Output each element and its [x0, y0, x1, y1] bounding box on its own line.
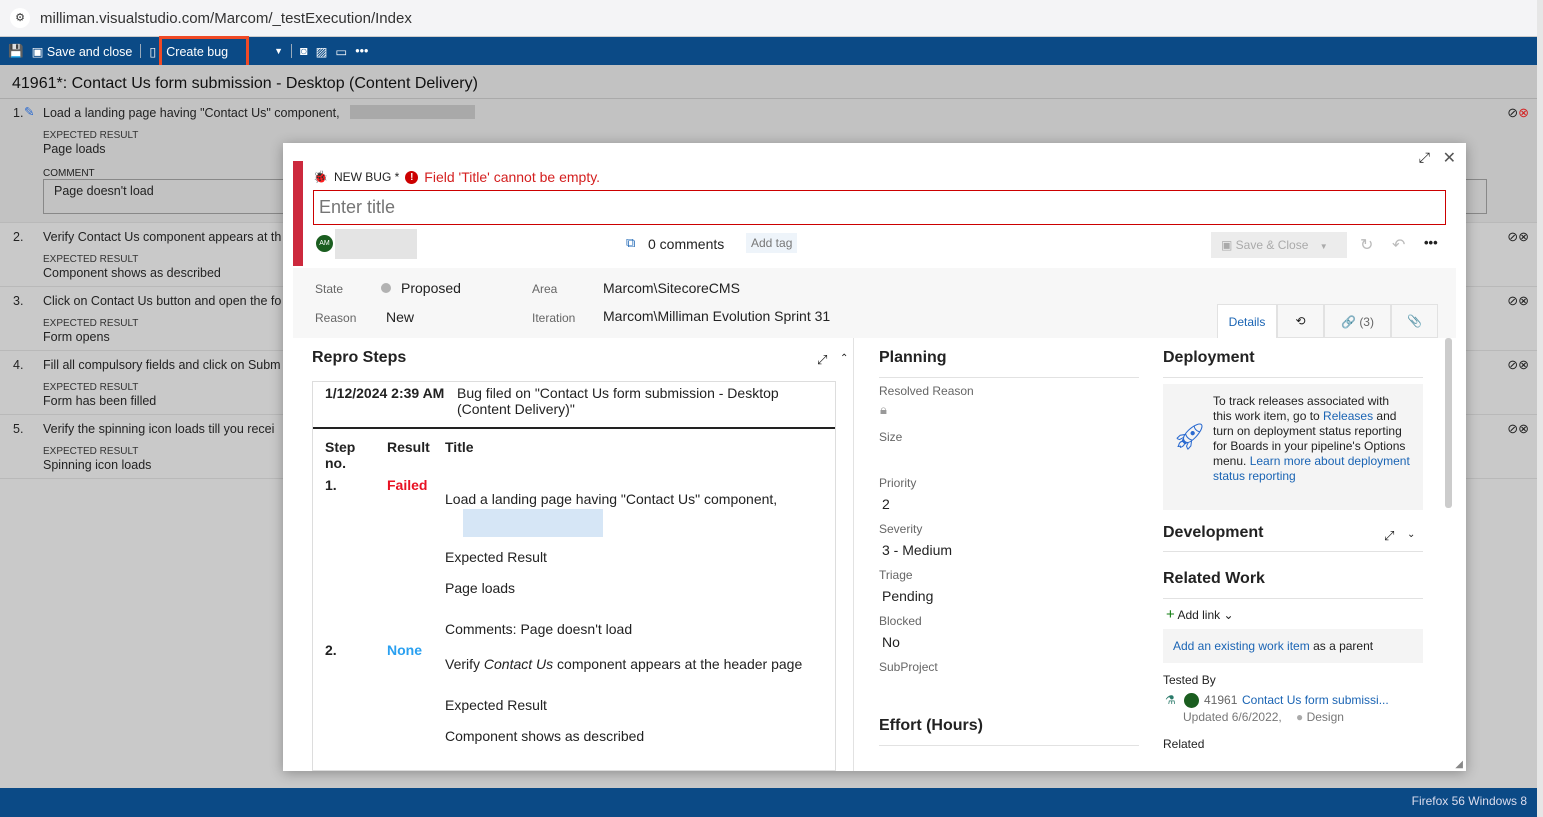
refresh-icon[interactable]: ↻	[1360, 235, 1373, 255]
save-and-close-button[interactable]: ▣ Save and close	[32, 44, 133, 59]
avatar	[1184, 693, 1199, 708]
state-dot: ●	[1296, 710, 1304, 724]
bug-icon: 🐞	[313, 170, 328, 184]
expand-icon[interactable]: ⤢	[1384, 528, 1394, 544]
avatar[interactable]: AM	[316, 235, 333, 252]
deployment-info: 🚀︎ To track releases associated with thi…	[1163, 384, 1423, 510]
divider	[1163, 377, 1423, 378]
attachment-icon: 📎	[1407, 314, 1422, 328]
link-icon: 🔗	[1341, 315, 1356, 329]
tab-details[interactable]: Details	[1217, 304, 1277, 338]
history-icon: ⟲	[1295, 314, 1306, 328]
divider	[853, 338, 854, 771]
add-link-button[interactable]: + Add link ⌄	[1166, 606, 1234, 623]
tab-attachments[interactable]: 📎	[1391, 304, 1438, 338]
severity-field[interactable]: 3 - Medium	[882, 542, 952, 558]
pass-fail-icons[interactable]: ⊘⊗	[1507, 105, 1529, 121]
pass-fail-icons[interactable]: ⊘⊗	[1507, 229, 1529, 245]
blocked-field[interactable]: No	[882, 634, 900, 650]
undo-icon[interactable]: ↶	[1392, 235, 1405, 255]
scrollbar[interactable]	[1445, 338, 1452, 508]
state-dropdown[interactable]: Proposed	[401, 280, 461, 296]
priority-field[interactable]: 2	[882, 496, 890, 512]
divider	[1163, 551, 1423, 552]
fields-bar: State Proposed Reason New Area Marcom\Si…	[293, 268, 1456, 338]
rocket-icon: 🚀︎	[1173, 421, 1207, 451]
expand-icon[interactable]: ⤢	[817, 352, 827, 368]
redacted-text	[350, 105, 475, 119]
test-case-icon: ⚗	[1165, 693, 1176, 707]
pass-fail-icons[interactable]: ⊘⊗	[1507, 357, 1529, 373]
redacted-text	[463, 509, 603, 537]
add-parent-box: Add an existing work item as a parent	[1163, 629, 1423, 663]
tab-links[interactable]: 🔗 (3)	[1324, 304, 1391, 338]
pass-fail-icons[interactable]: ⊘⊗	[1507, 293, 1529, 309]
header-line: 🐞 NEW BUG * ! Field 'Title' cannot be em…	[313, 169, 601, 185]
add-existing-link[interactable]: Add an existing work item	[1173, 639, 1310, 653]
tested-by-link[interactable]: Contact Us form submissi...	[1242, 693, 1389, 707]
screenshot-icon[interactable]: ▨	[316, 44, 328, 59]
redacted-assignee[interactable]	[335, 229, 417, 259]
tabs: Details ⟲ 🔗 (3) 📎	[1217, 304, 1438, 338]
comments-icon[interactable]: ⧉	[626, 235, 635, 251]
site-settings-icon[interactable]: ⚙	[10, 8, 30, 28]
divider	[879, 377, 1139, 378]
camera-icon[interactable]: ◙	[300, 44, 308, 58]
error-icon: !	[405, 170, 419, 184]
more-icon[interactable]: •••	[355, 44, 368, 58]
url-text: milliman.visualstudio.com/Marcom/_testEx…	[40, 9, 412, 27]
bug-color-bar	[293, 161, 303, 266]
edit-icon[interactable]: ✎	[24, 104, 34, 119]
resize-handle-icon[interactable]: ◢	[1455, 759, 1463, 770]
address-bar[interactable]: ⚙ milliman.visualstudio.com/Marcom/_testE…	[0, 0, 1543, 37]
lock-icon: 🔒︎	[880, 402, 887, 417]
triage-field[interactable]: Pending	[882, 588, 933, 604]
area-field[interactable]: Marcom\SitecoreCMS	[603, 280, 740, 296]
releases-link[interactable]: Releases	[1323, 409, 1373, 423]
reason-dropdown[interactable]: New	[386, 309, 414, 325]
status-bar: Firefox 56 Windows 8	[0, 788, 1537, 817]
add-tag-button[interactable]: Add tag	[746, 233, 798, 253]
save-icon[interactable]: 💾	[8, 44, 24, 59]
video-icon[interactable]: ▭	[335, 44, 347, 59]
test-runner-toolbar: 💾 ▣ Save and close ▯ Create bug ▼ ◙ ▨ ▭ •…	[0, 35, 1537, 68]
divider	[879, 745, 1139, 746]
chevron-up-icon[interactable]: ⌃	[840, 353, 848, 364]
divider	[1163, 598, 1423, 599]
divider	[140, 44, 142, 58]
expand-icon[interactable]: ⤢	[1419, 149, 1430, 166]
title-input[interactable]	[313, 190, 1446, 225]
window-edge	[1537, 0, 1543, 817]
repro-steps-editor[interactable]: 1/12/2024 2:39 AM Bug filed on "Contact …	[312, 381, 836, 771]
state-dot	[381, 283, 391, 293]
more-icon[interactable]: •••	[1424, 235, 1438, 250]
chevron-down-icon[interactable]: ⌄	[1407, 529, 1415, 540]
new-bug-dialog: ⤢ ✕ 🐞 NEW BUG * ! Field 'Title' cannot b…	[283, 143, 1466, 771]
save-close-button[interactable]: ▣ Save & Close ▼	[1211, 232, 1347, 258]
divider	[291, 44, 293, 58]
pass-fail-icons[interactable]: ⊘⊗	[1507, 421, 1529, 437]
create-bug-button[interactable]: ▯ Create bug	[149, 35, 252, 68]
tab-history[interactable]: ⟲	[1277, 304, 1324, 338]
close-icon[interactable]: ✕	[1443, 148, 1456, 168]
iteration-field[interactable]: Marcom\Milliman Evolution Sprint 31	[603, 308, 830, 324]
divider	[313, 427, 835, 429]
chevron-down-icon[interactable]: ▼	[274, 46, 283, 56]
plus-icon: +	[1166, 606, 1175, 623]
test-case-title: 41961*: Contact Us form submission - Des…	[0, 65, 1537, 99]
